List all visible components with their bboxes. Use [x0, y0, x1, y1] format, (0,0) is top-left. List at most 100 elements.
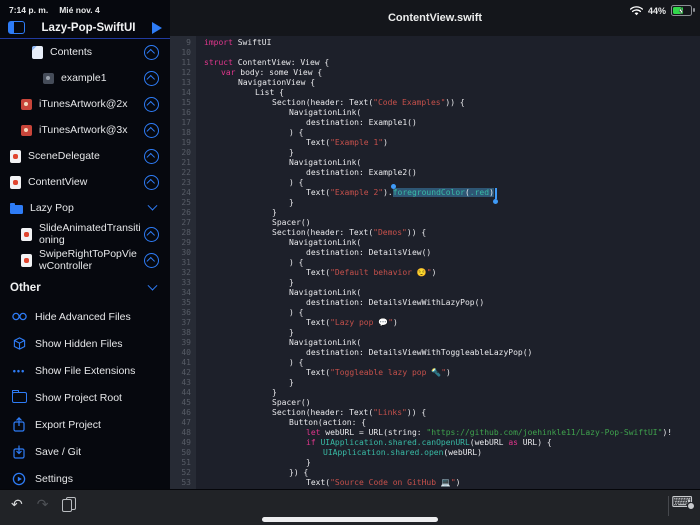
line-number: 28 — [181, 228, 191, 237]
code-text: } — [196, 388, 277, 398]
code-line: 15 Section(header: Text("Code Examples"))… — [170, 98, 700, 108]
code-line: 41) { — [170, 358, 700, 368]
home-indicator[interactable] — [262, 517, 438, 522]
open-file-button[interactable] — [144, 122, 159, 138]
wifi-icon — [629, 5, 643, 15]
code-token: ) — [489, 188, 494, 197]
option-label: Settings — [35, 472, 73, 485]
line-number: 47 — [181, 418, 191, 427]
code-text: ) { — [196, 178, 303, 188]
line-number: 34 — [181, 288, 191, 297]
line-number: 23 — [181, 178, 191, 187]
code-line: 27 Spacer() — [170, 218, 700, 228]
code-text: } — [196, 208, 277, 218]
sidebar-file-row[interactable]: ContentView — [0, 169, 170, 195]
code-text: } — [196, 148, 294, 158]
option-label: Show Project Root — [35, 391, 122, 404]
code-line: 22 destination: Example2() — [170, 168, 700, 178]
sidebar-toggle-icon[interactable] — [8, 21, 25, 34]
toolbar-divider — [668, 496, 669, 516]
code-text: Text("Lazy pop 💬") — [196, 318, 398, 328]
code-text: Text("Example 2").foregroundColor(.red) — [196, 184, 499, 204]
line-number: 14 — [181, 88, 191, 97]
code-token: Spacer() — [272, 398, 311, 407]
doc-blue-icon — [32, 45, 43, 59]
code-token: foregroundColor — [392, 188, 465, 197]
line-number: 26 — [181, 208, 191, 217]
code-token: NavigationView { — [238, 78, 316, 87]
line-number: 17 — [181, 118, 191, 127]
code-text: ) { — [196, 358, 303, 368]
chevron-down-icon[interactable] — [147, 200, 158, 211]
code-text: struct ContentView: View { — [196, 58, 329, 68]
code-line: 21 NavigationLink( — [170, 158, 700, 168]
sidebar-file-row[interactable]: Lazy Pop — [0, 195, 170, 221]
code-token: } — [306, 458, 311, 467]
open-file-button[interactable] — [144, 44, 159, 60]
sidebar-option-show-project-root[interactable]: Show Project Root — [0, 384, 170, 411]
swift-file-icon — [10, 149, 21, 163]
open-file-button[interactable] — [144, 96, 159, 112]
sidebar-option-show-file-extensions[interactable]: ••• Show File Extensions — [0, 357, 170, 384]
redo-icon[interactable]: ↷ — [37, 495, 49, 513]
sidebar-option-export-project[interactable]: Export Project — [0, 411, 170, 438]
code-line: 34 NavigationLink( — [170, 288, 700, 298]
line-number: 11 — [181, 58, 191, 67]
sidebar-option-save-git[interactable]: Save / Git — [0, 438, 170, 465]
undo-icon[interactable]: ↶ — [11, 495, 23, 513]
code-text: Button(action: { — [196, 418, 366, 428]
code-text: } — [196, 378, 294, 388]
dismiss-keyboard-icon[interactable]: ⌨ — [671, 493, 695, 511]
dots-icon: ••• — [12, 365, 26, 376]
run-button[interactable] — [152, 21, 162, 34]
open-file-button[interactable] — [144, 70, 159, 86]
open-file-button[interactable] — [144, 148, 159, 164]
swift-file-icon — [21, 227, 32, 241]
chevron-down-icon[interactable] — [147, 280, 158, 291]
status-bar-left: 7:14 p. m. Mié nov. 4 — [9, 5, 100, 15]
line-number: 27 — [181, 218, 191, 227]
open-file-button[interactable] — [144, 252, 159, 268]
code-token: UIApplication.shared.open — [323, 448, 444, 457]
file-label: SlideAnimatedTransitioning — [39, 222, 141, 246]
sidebar-option-settings[interactable]: Settings — [0, 465, 170, 490]
code-token: ) { — [289, 308, 304, 317]
code-token: Section(header: Text( — [272, 408, 374, 417]
sidebar-file-row[interactable]: SwipeRightToPopViewController — [0, 247, 170, 273]
code-text: let webURL = URL(string: "https://github… — [196, 428, 672, 438]
open-file-button[interactable] — [144, 226, 159, 242]
code-text: destination: Example2() — [196, 168, 417, 178]
text-cursor[interactable] — [493, 188, 499, 204]
code-token: ) — [431, 268, 437, 277]
line-number: 39 — [181, 338, 191, 347]
line-number: 53 — [181, 478, 191, 487]
code-token: "Source Code on GitHub 💻" — [330, 478, 456, 487]
code-token: destination: DetailsViewWithToggleableLa… — [306, 348, 533, 357]
sidebar-file-row[interactable]: SceneDelegate — [0, 143, 170, 169]
code-editor[interactable]: 9 import SwiftUI 10 11 struct ContentView: V… — [170, 36, 700, 490]
code-token: Text( — [306, 188, 331, 197]
code-line: 9 import SwiftUI — [170, 38, 700, 48]
code-token: Section(header: Text( — [272, 98, 374, 107]
paste-icon[interactable] — [62, 496, 76, 512]
main-panel: ContentView.swift 44% 9 import SwiftUI 10 1 — [170, 0, 700, 490]
sidebar-file-row[interactable]: SlideAnimatedTransitioning — [0, 221, 170, 247]
sidebar-file-row[interactable]: iTunesArtwork@2x — [0, 91, 170, 117]
sidebar-option-show-hidden-files[interactable]: Show Hidden Files — [0, 330, 170, 357]
line-number: 21 — [181, 158, 191, 167]
code-lines: 9 import SwiftUI 10 11 struct ContentView: V… — [170, 38, 700, 488]
file-label: example1 — [61, 72, 107, 84]
line-number: 36 — [181, 308, 191, 317]
code-line: 10 — [170, 48, 700, 58]
other-section-header[interactable]: Other — [0, 273, 170, 303]
sidebar-file-row[interactable]: Contents — [0, 39, 170, 65]
share-up-icon — [10, 417, 28, 432]
code-token: "Example 2" — [330, 188, 384, 197]
sidebar-option-hide-advanced-files[interactable]: Hide Advanced Files — [0, 303, 170, 330]
sidebar-file-row[interactable]: example1 — [0, 65, 170, 91]
sidebar-file-row[interactable]: iTunesArtwork@3x — [0, 117, 170, 143]
code-line: 26} — [170, 208, 700, 218]
code-token: Button(action: { — [289, 418, 367, 427]
open-file-button[interactable] — [144, 174, 159, 190]
